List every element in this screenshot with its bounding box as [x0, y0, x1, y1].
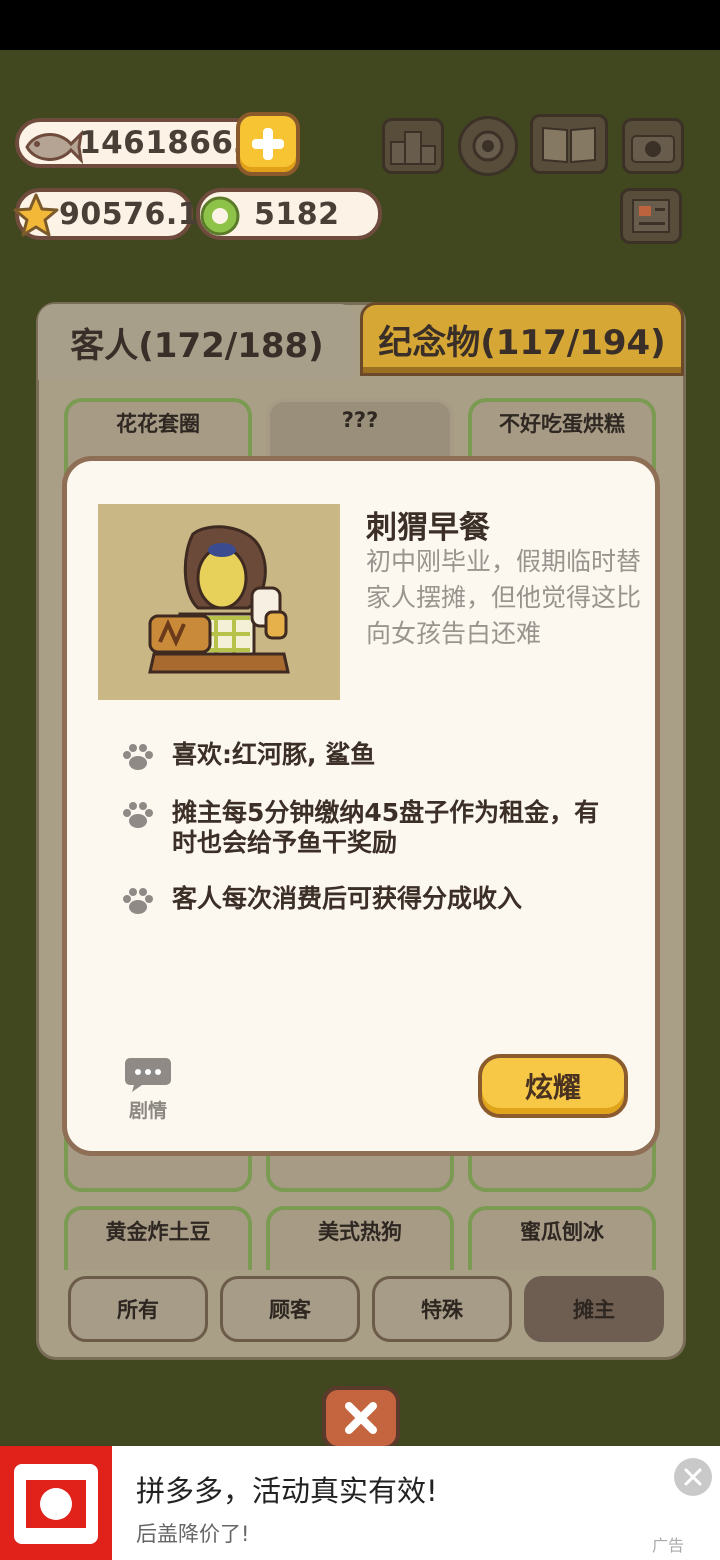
- ad-subtitle: 后盖降价了!: [136, 1522, 250, 1546]
- feature-text: 摊主每5分钟缴纳45盘子作为租金，有时也会给予鱼干奖励: [172, 798, 600, 857]
- coin-value: 5182: [254, 196, 340, 232]
- story-button[interactable]: 剧情: [118, 1056, 178, 1126]
- tab-souvenirs[interactable]: 纪念物(117/194): [360, 302, 684, 376]
- coin-icon: [198, 194, 242, 242]
- star-icon: [13, 192, 59, 242]
- add-fish-button[interactable]: [236, 112, 300, 176]
- feature-item: 摊主每5分钟缴纳45盘子作为租金，有时也会给予鱼干奖励: [120, 798, 622, 858]
- coin-counter: 5182: [196, 188, 382, 240]
- feature-text: 客人每次消费后可获得分成收入: [172, 884, 523, 913]
- character-portrait: [98, 504, 340, 700]
- tab-guests[interactable]: 客人(172/188): [38, 304, 356, 380]
- ranking-button[interactable]: [382, 118, 444, 174]
- newspaper-icon: [632, 199, 670, 233]
- paw-icon: [123, 802, 153, 828]
- status-bar: [0, 0, 720, 50]
- ad-close-button[interactable]: [674, 1458, 712, 1496]
- news-button[interactable]: [620, 188, 682, 244]
- close-modal-button[interactable]: [322, 1386, 400, 1450]
- catalog-card[interactable]: 蜜瓜刨冰: [468, 1206, 656, 1270]
- ad-tag: 广告: [652, 1536, 685, 1555]
- camera-icon: [631, 135, 675, 163]
- character-description: 初中刚毕业，假期临时替家人摆摊，但他觉得这比向女孩告白还难: [366, 547, 642, 648]
- show-off-button[interactable]: 炫耀: [478, 1054, 628, 1118]
- hedgehog-vendor-illustration: [148, 525, 290, 674]
- feature-text: 喜欢:红河豚, 鲨鱼: [172, 740, 376, 769]
- star-counter: 90576.1: [13, 188, 199, 242]
- close-icon: [345, 1402, 377, 1434]
- filter-special[interactable]: 特殊: [372, 1276, 512, 1342]
- ad-title: 拼多多，活动真实有效!: [136, 1474, 438, 1508]
- filter-stall-owners[interactable]: 摊主: [524, 1276, 664, 1342]
- chat-bubble-icon: [125, 1058, 171, 1092]
- ad-banner[interactable]: 拼多多，活动真实有效! 后盖降价了!: [0, 1446, 720, 1560]
- fish-value: 14618663: [79, 125, 256, 161]
- close-icon: [684, 1468, 702, 1486]
- character-name: 刺猬早餐: [366, 510, 490, 546]
- pinduoduo-logo: [0, 1446, 112, 1560]
- filter-customers[interactable]: 顾客: [220, 1276, 360, 1342]
- feature-item: 客人每次消费后可获得分成收入: [120, 884, 622, 918]
- paw-icon: [123, 744, 153, 770]
- paw-icon: [123, 888, 153, 914]
- filter-all[interactable]: 所有: [68, 1276, 208, 1342]
- catalog-book-button[interactable]: [530, 114, 608, 174]
- feature-item: 喜欢:红河豚, 鲨鱼: [120, 740, 622, 774]
- catalog-card[interactable]: 美式热狗: [266, 1206, 454, 1270]
- podium-icon: [390, 131, 436, 165]
- star-value: 90576.1: [59, 196, 200, 232]
- fish-icon: [21, 126, 84, 172]
- book-icon: [542, 126, 596, 164]
- plus-icon: [252, 128, 284, 160]
- catalog-card[interactable]: 黄金炸土豆: [64, 1206, 252, 1270]
- camera-button[interactable]: [622, 118, 684, 174]
- story-label: 剧情: [128, 1100, 167, 1122]
- fish-counter: 14618663: [15, 118, 265, 168]
- settings-button[interactable]: [458, 116, 518, 176]
- gear-icon: [472, 130, 504, 162]
